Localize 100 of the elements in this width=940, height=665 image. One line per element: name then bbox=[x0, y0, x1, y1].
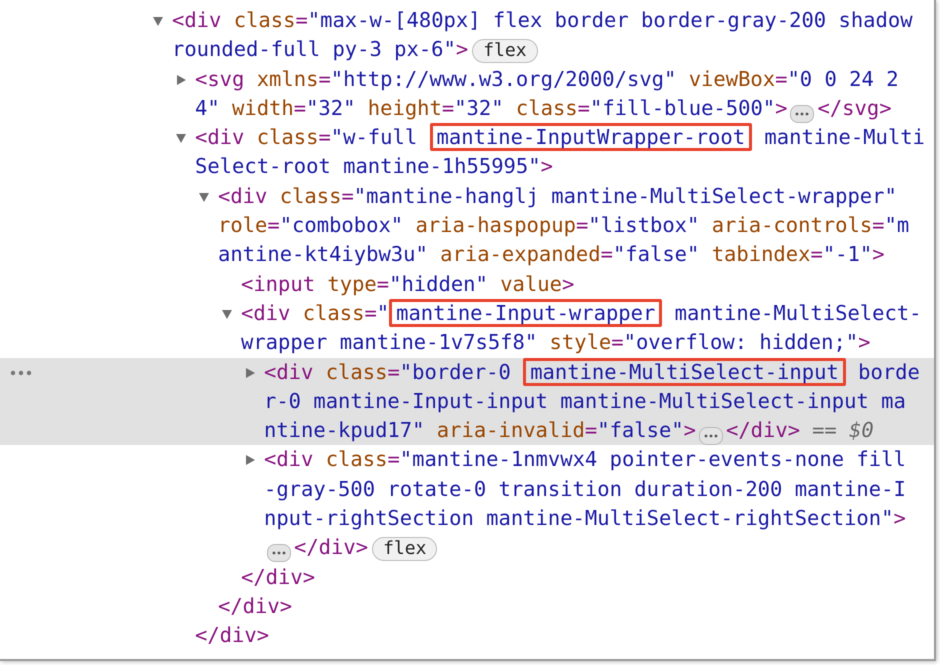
attribute-name: width bbox=[231, 96, 294, 120]
tag-markup: = bbox=[584, 418, 598, 442]
attribute-value: mantine-MultiSelect- bbox=[674, 300, 922, 325]
tag-markup: = bbox=[318, 125, 331, 150]
attribute-name: xmlns bbox=[256, 66, 318, 91]
highlighted-class-name: mantine-Input-wrapper bbox=[389, 298, 662, 327]
attribute-name: class bbox=[278, 184, 342, 208]
attribute-name: aria-invalid bbox=[436, 418, 585, 442]
tag-markup: = bbox=[294, 96, 306, 120]
attribute-value: "0 0 24 2 bbox=[787, 66, 899, 91]
tag-markup: = bbox=[810, 242, 823, 266]
highlighted-class-name: mantine-MultiSelect-input bbox=[523, 358, 846, 386]
tag-markup: = bbox=[341, 184, 354, 208]
tag-markup: <div bbox=[264, 360, 314, 384]
dots-icon bbox=[272, 551, 286, 556]
disclosure-triangle-icon[interactable] bbox=[175, 74, 187, 86]
disclosure-triangle-icon[interactable] bbox=[152, 15, 164, 27]
attribute-value: "mantine-1nmvwx4 pointer-events-none fill bbox=[400, 447, 906, 472]
attribute-value: "m bbox=[884, 213, 910, 238]
tree-node-row[interactable]: <input type="hidden" value> bbox=[0, 270, 934, 299]
tag-markup: = bbox=[442, 96, 454, 120]
layout-badge[interactable]: flex bbox=[472, 39, 538, 64]
layout-badge[interactable]: flex bbox=[372, 537, 438, 562]
closing-tag: </div> bbox=[241, 564, 316, 589]
tag-markup: = bbox=[267, 213, 280, 238]
attribute-value: "-1" bbox=[822, 242, 872, 266]
tag-markup: = bbox=[775, 66, 788, 91]
dots-icon bbox=[704, 434, 718, 438]
dots-icon bbox=[795, 112, 810, 116]
tree-node-row[interactable]: <svg xmlns="http://www.w3.org/2000/svg" viewBox="0 0 24 2 bbox=[0, 64, 934, 94]
tag-markup: = bbox=[364, 300, 377, 325]
attribute-value: r-0 mantine-Input-input mantine-MultiSelect-input ma bbox=[264, 388, 906, 413]
tag-markup: = bbox=[872, 213, 885, 238]
disclosure-triangle-icon[interactable] bbox=[244, 366, 256, 379]
attribute-value: -gray-500 rotate-0 transition duration-200 mantine-I bbox=[264, 476, 906, 501]
tag-markup: <div bbox=[218, 184, 268, 208]
ellipsis-button[interactable] bbox=[790, 104, 814, 123]
disclosure-triangle-icon[interactable] bbox=[244, 454, 256, 466]
tree-node-row[interactable]: <div class="border-0 mantine-MultiSelect-input borde bbox=[0, 358, 934, 387]
tag-markup: > bbox=[684, 418, 696, 442]
attribute-value: ntine-kpud17" bbox=[264, 418, 424, 442]
tag-markup: > bbox=[540, 154, 553, 178]
attribute-value: wrapper mantine-1v7s5f8" bbox=[241, 330, 538, 354]
tag-markup: = bbox=[387, 360, 400, 384]
tree-node-row[interactable]: <div class="mantine-hanglj mantine-MultiSelect-wrapper" bbox=[0, 182, 934, 212]
ellipsis-button[interactable] bbox=[699, 427, 723, 446]
tag-markup: <input bbox=[241, 272, 316, 296]
attribute-name: class bbox=[302, 300, 364, 325]
attribute-value: Select-root mantine-1h55995" bbox=[195, 154, 541, 178]
attribute-value: nput-rightSection mantine-MultiSelect-rightSection" bbox=[264, 506, 894, 530]
tag-markup: = bbox=[578, 96, 590, 120]
attribute-name: value bbox=[499, 272, 562, 296]
attribute-value: "max-w-[480px] flex border border-gray-200 shadow bbox=[308, 8, 913, 32]
disclosure-triangle-icon[interactable] bbox=[221, 308, 233, 320]
attribute-value: "mantine-hanglj mantine-MultiSelect-wrapper" bbox=[354, 184, 897, 208]
tag-markup: = bbox=[611, 330, 624, 354]
tag-markup: > bbox=[858, 330, 870, 354]
attribute-value: borde bbox=[857, 360, 920, 384]
attribute-name: class bbox=[256, 125, 318, 150]
tag-markup: </svg> bbox=[817, 96, 892, 120]
tag-markup: </div> bbox=[294, 535, 368, 560]
tag-markup: <div bbox=[172, 8, 222, 32]
attribute-name: aria-controls bbox=[710, 213, 872, 238]
attribute-value: "border-0 bbox=[400, 360, 512, 384]
attribute-value: antine-kt4iybw3u" bbox=[218, 242, 428, 266]
attribute-value: "listbox" bbox=[588, 213, 700, 238]
attribute-name: class bbox=[324, 447, 388, 472]
attribute-name: aria-haspopup bbox=[414, 213, 576, 238]
attribute-value: " bbox=[376, 300, 390, 325]
attribute-name: class bbox=[514, 96, 578, 120]
tree-node-row[interactable]: <div class=" mantine-Input-wrapper mantine-MultiSelect- bbox=[0, 298, 934, 328]
tree-node-row[interactable]: <div class="w-full mantine-InputWrapper-root mantine-Multi bbox=[0, 123, 934, 152]
tag-markup: = bbox=[600, 242, 613, 266]
tag-markup: </div> bbox=[726, 418, 800, 442]
attribute-value: "false" bbox=[597, 418, 684, 442]
attribute-value: "w-full bbox=[330, 125, 418, 150]
attribute-value: "hidden" bbox=[389, 272, 488, 296]
tag-markup: <div bbox=[241, 300, 290, 325]
attribute-value: mantine-Multi bbox=[763, 125, 925, 150]
tag-markup: > bbox=[775, 96, 788, 120]
attribute-value: 4" bbox=[195, 96, 220, 120]
attribute-name: style bbox=[548, 330, 612, 354]
attribute-name: class bbox=[232, 8, 296, 32]
attribute-name: type bbox=[326, 272, 377, 296]
tree-node-row[interactable]: <div class="max-w-[480px] flex border border-gray-200 shadow bbox=[0, 6, 934, 36]
tag-markup: = bbox=[318, 66, 331, 91]
closing-tag: </div> bbox=[195, 623, 270, 648]
tree-node-row[interactable]: <div class="mantine-1nmvwx4 pointer-events-none fill bbox=[0, 445, 934, 475]
disclosure-triangle-icon[interactable] bbox=[198, 190, 210, 203]
tag-markup: > bbox=[872, 242, 885, 266]
attribute-value: "combobox" bbox=[280, 213, 404, 238]
more-options-icon[interactable] bbox=[10, 370, 32, 376]
ellipsis-button[interactable] bbox=[267, 544, 291, 562]
attribute-value: "overflow: hidden;" bbox=[624, 330, 858, 354]
disclosure-triangle-icon[interactable] bbox=[175, 132, 187, 144]
attribute-name: tabindex bbox=[710, 242, 810, 266]
tag-markup: = bbox=[576, 213, 588, 238]
attribute-name: class bbox=[324, 360, 388, 384]
tag-markup: <div bbox=[195, 125, 244, 150]
tag-markup: <svg bbox=[195, 66, 244, 91]
